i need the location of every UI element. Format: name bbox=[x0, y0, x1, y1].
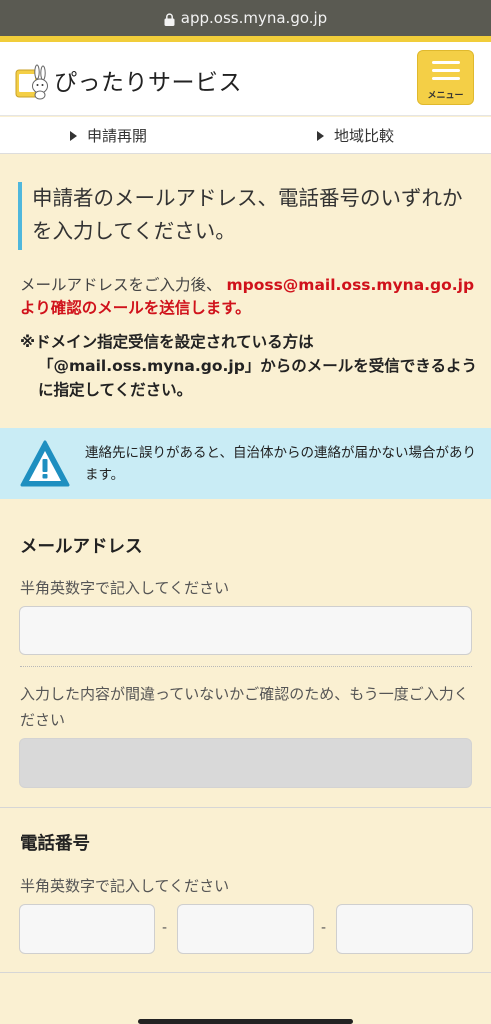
lock-icon bbox=[164, 12, 175, 26]
subnav-label: 申請再開 bbox=[87, 127, 148, 145]
warning-text: 連絡先に誤りがあると、自治体からの連絡が届かない場合があります。 bbox=[85, 445, 476, 483]
page-heading: 申請者のメールアドレス、電話番号のいずれかを入力してください。 bbox=[18, 182, 480, 250]
description-text: メールアドレスをご入力後、 bbox=[20, 276, 222, 294]
phone-separator: - bbox=[162, 920, 168, 936]
menu-label: メニュー bbox=[427, 91, 464, 101]
rabbit-logo-icon[interactable] bbox=[14, 62, 48, 100]
hamburger-icon bbox=[432, 61, 460, 64]
phone-section-title: 電話番号 bbox=[20, 834, 90, 854]
url-text: app.oss.myna.go.jp bbox=[180, 9, 328, 27]
sub-navigation: 申請再開 地域比較 bbox=[0, 117, 491, 154]
hamburger-icon-bar bbox=[432, 69, 460, 72]
site-title[interactable]: ぴったりサービス bbox=[54, 63, 242, 97]
email-input[interactable] bbox=[19, 606, 472, 655]
email-confirm-input[interactable] bbox=[19, 738, 472, 788]
phone-hint: 半角英数字で記入してください bbox=[20, 877, 230, 895]
subnav-item-compare[interactable]: 地域比較 bbox=[317, 125, 394, 146]
subnav-item-resume[interactable]: 申請再開 bbox=[70, 125, 147, 146]
section-divider bbox=[0, 807, 491, 808]
section-divider bbox=[0, 972, 491, 973]
triangle-right-icon bbox=[70, 130, 77, 141]
site-header: ぴったりサービス メニュー bbox=[0, 42, 491, 116]
warning-banner: 連絡先に誤りがあると、自治体からの連絡が届かない場合があります。 bbox=[0, 428, 491, 499]
warning-icon bbox=[20, 440, 70, 487]
home-indicator[interactable] bbox=[138, 1019, 353, 1024]
subnav-label: 地域比較 bbox=[334, 127, 395, 145]
phone-input-area-code[interactable] bbox=[19, 904, 155, 954]
hamburger-icon-bar bbox=[432, 77, 460, 80]
email-section-title: メールアドレス bbox=[20, 537, 143, 557]
field-separator bbox=[20, 666, 472, 667]
email-hint: 半角英数字で記入してください bbox=[20, 579, 230, 597]
menu-button[interactable]: メニュー bbox=[417, 50, 474, 105]
email-confirm-hint: 入力した内容が間違っていないかご確認のため、もう一度ご入力ください bbox=[20, 685, 469, 729]
browser-url-bar[interactable]: app.oss.myna.go.jp bbox=[0, 0, 491, 36]
email-description: メールアドレスをご入力後、 mposs@mail.oss.myna.go.jpよ… bbox=[20, 274, 476, 320]
phone-input-exchange[interactable] bbox=[177, 904, 314, 954]
domain-note: ※ドメイン指定受信を設定されている方は「@mail.oss.myna.go.jp… bbox=[20, 333, 477, 399]
phone-input-number[interactable] bbox=[336, 904, 473, 954]
triangle-right-icon bbox=[317, 130, 324, 141]
phone-separator: - bbox=[321, 920, 327, 936]
